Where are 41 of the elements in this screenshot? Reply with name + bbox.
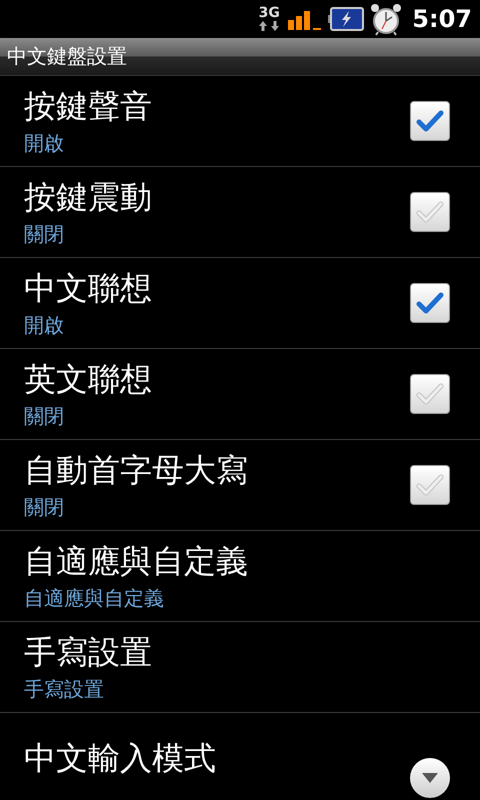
setting-summary: 關閉 <box>24 403 65 429</box>
setting-summary: 手寫設置 <box>24 676 105 702</box>
setting-title: 按鍵聲音 <box>24 86 153 126</box>
setting-row[interactable]: 自動首字母大寫 關閉 <box>0 440 480 530</box>
setting-row[interactable]: 手寫設置 手寫設置 <box>0 622 480 712</box>
setting-summary: 關閉 <box>24 221 65 247</box>
setting-title: 手寫設置 <box>24 632 153 672</box>
setting-row[interactable]: 按鍵聲音 開啟 <box>0 76 480 166</box>
dropdown-icon <box>410 758 450 798</box>
checkbox[interactable] <box>410 192 450 232</box>
setting-title: 按鍵震動 <box>24 177 153 217</box>
setting-row[interactable]: 英文聯想 關閉 <box>0 349 480 439</box>
setting-summary: 關閉 <box>24 494 65 520</box>
setting-title: 英文聯想 <box>24 359 153 399</box>
setting-row[interactable]: 自適應與自定義 自適應與自定義 <box>0 531 480 621</box>
faint-checkmark-icon <box>416 382 444 406</box>
battery-charging-icon <box>328 7 364 31</box>
checkbox[interactable] <box>410 101 450 141</box>
signal-icon <box>288 8 322 30</box>
setting-title: 中文輸入模式 <box>24 738 217 778</box>
checkmark-icon <box>416 291 444 315</box>
faint-checkmark-icon <box>416 200 444 224</box>
faint-checkmark-icon <box>416 473 444 497</box>
checkbox[interactable] <box>410 374 450 414</box>
data-arrows-icon <box>257 20 282 32</box>
setting-summary: 自適應與自定義 <box>24 585 165 611</box>
setting-title: 中文聯想 <box>24 268 153 308</box>
alarm-clock-icon <box>370 2 402 36</box>
setting-row[interactable]: 按鍵震動 關閉 <box>0 167 480 257</box>
setting-summary: 開啟 <box>24 130 65 156</box>
network-type: 3G <box>258 6 280 20</box>
checkbox[interactable] <box>410 283 450 323</box>
checkbox[interactable] <box>410 465 450 505</box>
screen-title: 中文鍵盤設置 <box>7 43 127 70</box>
setting-summary: 開啟 <box>24 312 65 338</box>
setting-row[interactable]: 中文聯想 開啟 <box>0 258 480 348</box>
checkmark-icon <box>416 109 444 133</box>
clock-time: 5:07 <box>412 5 472 33</box>
setting-row[interactable]: 中文輸入模式 <box>0 713 480 800</box>
setting-title: 自適應與自定義 <box>24 541 249 581</box>
setting-title: 自動首字母大寫 <box>24 450 249 490</box>
